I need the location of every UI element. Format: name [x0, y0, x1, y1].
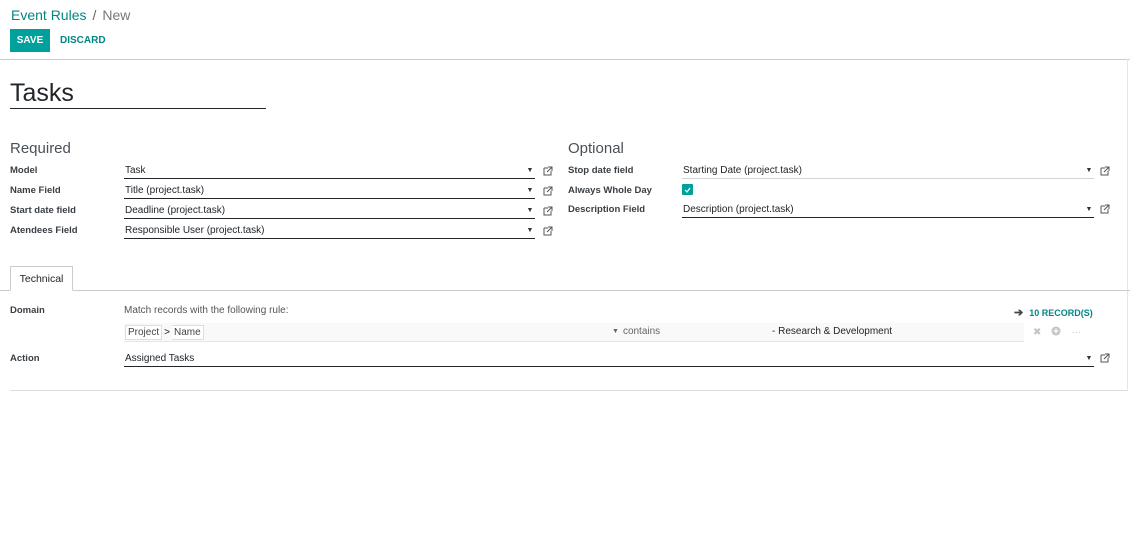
external-link-icon[interactable] — [1099, 352, 1111, 364]
domain-operator-select[interactable]: ▼ contains — [612, 326, 660, 337]
breadcrumb: Event Rules / New — [11, 7, 130, 23]
optional-group-title: Optional — [568, 140, 624, 157]
ellipsis-icon[interactable]: ··· — [1071, 327, 1081, 338]
start-date-select[interactable]: Deadline (project.task) ▼ — [124, 202, 535, 219]
close-icon[interactable]: ✖ — [1033, 327, 1041, 338]
required-group-title: Required — [10, 140, 71, 157]
action-select[interactable]: Assigned Tasks ▼ — [124, 350, 1094, 367]
path-segment: Project — [125, 325, 163, 340]
record-name-input[interactable] — [10, 78, 266, 109]
start-date-label: Start date field — [10, 205, 76, 216]
records-link[interactable]: ➔ 10 RECORD(S) — [1014, 306, 1093, 319]
external-link-icon[interactable] — [542, 205, 554, 217]
caret-down-icon: ▼ — [526, 206, 534, 214]
control-panel-divider — [0, 59, 1130, 60]
records-count: 10 RECORD(S) — [1029, 307, 1093, 318]
domain-label: Domain — [10, 305, 45, 316]
whole-day-checkbox[interactable] — [682, 184, 693, 195]
tab-technical[interactable]: Technical — [10, 266, 73, 291]
attendees-select[interactable]: Responsible User (project.task) ▼ — [124, 222, 535, 239]
external-link-icon[interactable] — [542, 225, 554, 237]
stop-date-label: Stop date field — [568, 165, 634, 176]
domain-value-input[interactable]: - Research & Development — [772, 326, 892, 337]
domain-field-path[interactable]: Project > Name — [125, 325, 204, 340]
sheet-border — [1127, 59, 1128, 391]
tab-divider — [0, 290, 1130, 291]
action-label: Action — [10, 353, 40, 364]
action-value: Assigned Tasks — [125, 352, 195, 364]
start-date-value: Deadline (project.task) — [125, 204, 226, 216]
caret-down-icon: ▼ — [526, 226, 534, 234]
name-field-label: Name Field — [10, 185, 61, 196]
breadcrumb-separator: / — [92, 7, 97, 23]
name-field-value: Title (project.task) — [125, 184, 205, 196]
caret-down-icon: ▼ — [1085, 166, 1093, 174]
attendees-value: Responsible User (project.task) — [125, 224, 265, 236]
external-link-icon[interactable] — [542, 185, 554, 197]
save-button[interactable]: SAVE — [10, 29, 50, 52]
stop-date-value: Starting Date (project.task) — [683, 164, 802, 176]
stop-date-select[interactable]: Starting Date (project.task) ▼ — [682, 162, 1094, 179]
path-segment: Name — [171, 325, 204, 340]
model-value: Task — [125, 164, 146, 176]
chevron-right-icon: > — [164, 327, 170, 338]
caret-down-icon: ▼ — [526, 166, 534, 174]
domain-match-text: Match records with the following rule: — [124, 305, 289, 316]
caret-down-icon: ▼ — [612, 328, 619, 335]
model-label: Model — [10, 165, 38, 176]
description-select[interactable]: Description (project.task) ▼ — [682, 201, 1094, 218]
caret-down-icon: ▼ — [1085, 354, 1093, 362]
description-label: Description Field — [568, 204, 646, 215]
breadcrumb-parent-link[interactable]: Event Rules — [11, 7, 86, 23]
whole-day-label: Always Whole Day — [568, 185, 652, 196]
model-field[interactable]: Task ▼ — [124, 162, 535, 179]
domain-rule-actions: ✖ ··· — [1033, 326, 1081, 339]
external-link-icon[interactable] — [1099, 203, 1111, 215]
checkmark-icon — [684, 187, 691, 193]
arrow-right-icon: ➔ — [1014, 307, 1024, 319]
add-circle-icon[interactable] — [1051, 326, 1061, 339]
name-field-select[interactable]: Title (project.task) ▼ — [124, 182, 535, 199]
attendees-label: Atendees Field — [10, 225, 78, 236]
caret-down-icon: ▼ — [526, 186, 534, 194]
external-link-icon[interactable] — [1099, 165, 1111, 177]
external-link-icon[interactable] — [542, 165, 554, 177]
domain-operator: contains — [622, 326, 661, 337]
discard-button[interactable]: DISCARD — [58, 29, 108, 52]
sheet-bottom-divider — [10, 390, 1127, 391]
breadcrumb-current: New — [102, 7, 131, 23]
caret-down-icon: ▼ — [1085, 205, 1093, 213]
description-value: Description (project.task) — [683, 203, 794, 215]
